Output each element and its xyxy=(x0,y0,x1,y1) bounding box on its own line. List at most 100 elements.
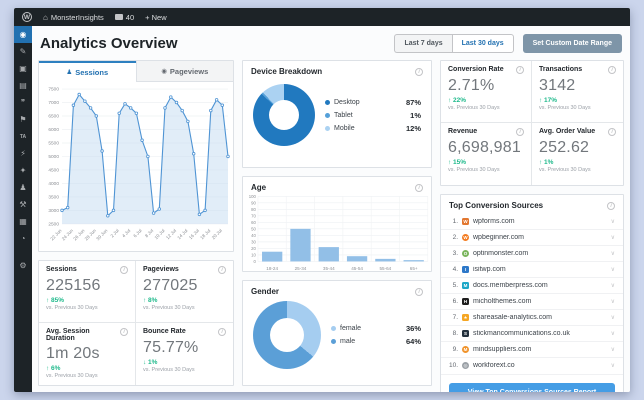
source-row[interactable]: 3. Ooptinmonster.com ∨ xyxy=(441,245,623,261)
new-content-menu[interactable]: + New xyxy=(145,13,166,22)
sidebar-item-plugins[interactable]: ⚡ xyxy=(14,145,32,162)
svg-text:28 Jun: 28 Jun xyxy=(84,228,98,242)
sidebar-item-comments[interactable]: ❞ xyxy=(14,94,32,111)
svg-text:4000: 4000 xyxy=(48,181,59,187)
set-custom-date-range-button[interactable]: Set Custom Date Range xyxy=(522,34,622,53)
favicon-wpforms: W xyxy=(462,217,469,225)
traffic-chart-panel: ♟ Sessions ◉ Pageviews 2500 3000 3500 4000 4… xyxy=(38,60,234,252)
stat-card-value: 75.77% xyxy=(143,339,199,356)
info-icon[interactable]: i xyxy=(415,287,423,296)
sidebar-item-dashboard[interactable]: ◉ xyxy=(14,26,32,43)
traffic-card-pageviews: Pageviews i 277025 ↑ 8% vs. Previous 30 Days xyxy=(136,261,233,323)
chevron-down-icon[interactable]: ∨ xyxy=(611,218,615,225)
last-30-days-button[interactable]: Last 30 days xyxy=(451,34,514,53)
wp-logo-menu[interactable]: W xyxy=(22,12,32,22)
stat-card-value: 2.71% xyxy=(448,77,495,94)
chevron-down-icon[interactable]: ∨ xyxy=(611,250,615,257)
chevron-down-icon[interactable]: ∨ xyxy=(611,298,615,305)
chevron-down-icon[interactable]: ∨ xyxy=(611,362,615,369)
plugins-icon: ⚡ xyxy=(20,149,26,158)
source-row[interactable]: 6. Hmicholthemes.com ∨ xyxy=(441,293,623,309)
stat-card-compare: vs. Previous 30 Days xyxy=(448,167,500,173)
sidebar-item-posts[interactable]: ✎ xyxy=(14,43,32,60)
sidebar-item-feedback[interactable]: ⚑ xyxy=(14,111,32,128)
comments-icon: ❞ xyxy=(20,98,26,107)
source-row[interactable]: 5. Mdocs.memberpress.com ∨ xyxy=(441,277,623,293)
layouts-icon: ▦ xyxy=(19,217,27,226)
sidebar-item-media[interactable]: ▣ xyxy=(14,60,32,77)
dashboard-icon: ◉ xyxy=(19,30,27,39)
sidebar-item-pages[interactable]: ▤ xyxy=(14,77,32,94)
posts-icon: ✎ xyxy=(19,47,27,56)
source-row[interactable]: 7. ★ shareasale-analytics.com ∨ xyxy=(441,309,623,325)
info-icon[interactable]: i xyxy=(516,128,524,136)
chevron-down-icon[interactable]: ∨ xyxy=(611,282,615,289)
source-rank: 8. xyxy=(452,330,458,337)
chevron-down-icon[interactable]: ∨ xyxy=(611,314,615,321)
source-domain: stickmancommunications.co.uk xyxy=(473,330,570,337)
info-icon[interactable]: i xyxy=(218,266,226,274)
sources-footer: View Top Conversions Sources Report xyxy=(441,374,623,392)
info-icon[interactable]: i xyxy=(608,66,616,74)
chevron-down-icon[interactable]: ∨ xyxy=(611,266,615,273)
sidebar-item-typography[interactable]: TA xyxy=(14,128,32,145)
device-breakdown-content: Desktop 87% Tablet 1% Mobile 12% xyxy=(243,79,431,154)
info-icon[interactable]: i xyxy=(120,266,128,274)
sidebar-item-tools[interactable]: ⚒ xyxy=(14,196,32,213)
stat-card-title: Revenue xyxy=(448,128,478,135)
stat-card-change-up: ↑ 17% xyxy=(539,97,558,104)
info-icon[interactable]: i xyxy=(415,183,423,192)
age-panel: Age i 0 10 20 30 40 50 60 70 80 90 100 18-24 25-34 35… xyxy=(242,176,432,272)
stat-card-title: Avg. Session Duration xyxy=(46,328,90,342)
legend-label: Tablet xyxy=(334,111,353,119)
svg-text:20: 20 xyxy=(251,246,256,251)
tab-pageviews[interactable]: ◉ Pageviews xyxy=(135,61,233,82)
info-icon[interactable]: i xyxy=(608,128,616,136)
source-domain: workforext.co xyxy=(473,362,515,369)
media-icon: ▣ xyxy=(19,64,27,73)
stat-card-header: Avg. Order Value i xyxy=(539,128,616,136)
column-audience: Device Breakdown i Desktop 87% Tablet 1% Mob… xyxy=(242,60,432,392)
sidebar-item-insights[interactable]: ◔ xyxy=(14,230,32,247)
device-breakdown-panel: Device Breakdown i Desktop 87% Tablet 1% Mob… xyxy=(242,60,432,168)
device-breakdown-header: Device Breakdown i xyxy=(243,61,431,79)
stat-card-title: Conversion Rate xyxy=(448,66,504,73)
source-row[interactable]: 9. Mmindsuppliers.com ∨ xyxy=(441,341,623,357)
chevron-down-icon[interactable]: ∨ xyxy=(611,234,615,241)
chevron-down-icon[interactable]: ∨ xyxy=(611,346,615,353)
svg-text:4500: 4500 xyxy=(48,168,59,174)
source-row[interactable]: 4. Iisitwp.com ∨ xyxy=(441,261,623,277)
svg-text:60: 60 xyxy=(251,220,256,225)
home-icon: ⌂ xyxy=(43,12,48,22)
stat-card-title: Bounce Rate xyxy=(143,328,186,335)
svg-text:40: 40 xyxy=(251,233,256,238)
stat-card-change-up: ↑ 6% xyxy=(46,365,61,372)
legend-label: Mobile xyxy=(334,124,355,132)
info-icon[interactable]: i xyxy=(607,201,615,210)
source-row[interactable]: 10. ◎ workforext.co ∨ xyxy=(441,357,623,373)
source-row[interactable]: 1. Wwpforms.com ∨ xyxy=(441,213,623,229)
sidebar-item-layouts[interactable]: ▦ xyxy=(14,213,32,230)
sidebar-item-appearance[interactable]: ✦ xyxy=(14,162,32,179)
wp-admin-sidebar: ◉ ✎ ▣ ▤ ❞ ⚑ TA ⚡ ✦ ♟ ⚒ ▦ ◔ ⚙ xyxy=(14,26,32,392)
site-menu[interactable]: ⌂ MonsterInsights xyxy=(43,13,104,22)
last-7-days-button[interactable]: Last 7 days xyxy=(394,34,452,53)
chevron-down-icon[interactable]: ∨ xyxy=(611,330,615,337)
source-row[interactable]: 8. Sstickmancommunications.co.uk ∨ xyxy=(441,325,623,341)
gender-legend-item: male 64% xyxy=(331,337,421,346)
info-icon[interactable]: i xyxy=(415,67,423,76)
comments-menu[interactable]: 40 xyxy=(114,13,134,22)
svg-text:2 Jul: 2 Jul xyxy=(110,228,120,238)
info-icon[interactable]: i xyxy=(120,328,128,336)
legend-label: male xyxy=(340,338,356,345)
sidebar-item-users[interactable]: ♟ xyxy=(14,179,32,196)
info-icon[interactable]: i xyxy=(516,66,524,74)
source-row[interactable]: 2. Wwpbeginner.com ∨ xyxy=(441,229,623,245)
info-icon[interactable]: i xyxy=(218,328,226,336)
favicon-stickmancommunications: S xyxy=(462,330,469,337)
tab-sessions[interactable]: ♟ Sessions xyxy=(39,61,136,82)
view-report-button[interactable]: View Top Conversions Sources Report xyxy=(449,382,615,392)
svg-text:30: 30 xyxy=(251,239,256,244)
sidebar-item-settings[interactable]: ⚙ xyxy=(14,257,32,274)
gender-donut-chart xyxy=(253,301,321,369)
